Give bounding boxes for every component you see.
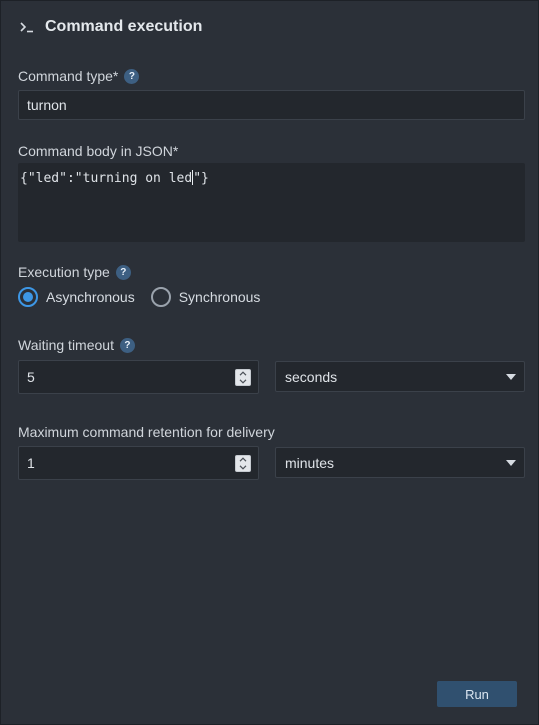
- command-type-label-text: Command type*: [18, 68, 119, 84]
- command-execution-panel: Command execution Command type* ? turnon…: [0, 0, 539, 725]
- retention-label-text: Maximum command retention for delivery: [18, 424, 275, 440]
- command-body-editor[interactable]: {"led":"turning on led"}: [18, 163, 525, 242]
- run-button[interactable]: Run: [437, 681, 517, 707]
- panel-header: Command execution: [19, 16, 202, 38]
- command-type-value: turnon: [27, 97, 67, 113]
- radio-checked-icon: [18, 287, 38, 307]
- command-type-input[interactable]: turnon: [18, 90, 525, 120]
- retention-label: Maximum command retention for delivery: [18, 424, 275, 440]
- waiting-timeout-label-text: Waiting timeout: [18, 337, 114, 353]
- waiting-timeout-help-icon[interactable]: ?: [119, 337, 135, 353]
- command-body-label: Command body in JSON*: [18, 143, 178, 159]
- command-body-text-after-caret: "}: [193, 171, 209, 186]
- chevron-up-icon[interactable]: [239, 457, 247, 462]
- chevron-up-icon[interactable]: [239, 371, 247, 376]
- radio-asynchronous-label: Asynchronous: [46, 289, 135, 305]
- command-body-text-before-caret: {"led":"turning on led: [20, 171, 193, 186]
- chevron-down-icon[interactable]: [239, 465, 247, 470]
- command-type-help-icon[interactable]: ?: [124, 68, 140, 84]
- execution-type-label-text: Execution type: [18, 264, 110, 280]
- execution-type-label: Execution type ?: [18, 264, 131, 280]
- dropdown-arrow-icon: [506, 460, 516, 466]
- retention-stepper[interactable]: [235, 455, 251, 472]
- dropdown-arrow-icon: [506, 374, 516, 380]
- command-body-label-text: Command body in JSON*: [18, 143, 179, 159]
- waiting-timeout-stepper[interactable]: [235, 369, 251, 386]
- radio-synchronous-label: Synchronous: [178, 289, 261, 305]
- panel-title: Command execution: [45, 18, 203, 35]
- radio-asynchronous[interactable]: Asynchronous: [18, 287, 135, 307]
- radio-unchecked-icon: [150, 287, 171, 307]
- retention-unit-value: minutes: [285, 454, 335, 471]
- radio-synchronous[interactable]: Synchronous: [150, 287, 261, 307]
- retention-unit-select[interactable]: minutes: [275, 447, 525, 478]
- command-type-label: Command type* ?: [18, 68, 140, 84]
- retention-value: 1: [27, 455, 35, 471]
- terminal-prompt-icon: [20, 22, 33, 33]
- waiting-timeout-input[interactable]: 5: [18, 360, 259, 394]
- retention-input[interactable]: 1: [18, 446, 259, 480]
- execution-type-help-icon[interactable]: ?: [115, 264, 131, 280]
- execution-type-radio-group: Asynchronous Synchronous: [18, 287, 276, 307]
- waiting-timeout-value: 5: [27, 369, 35, 385]
- waiting-timeout-unit-select[interactable]: seconds: [275, 361, 525, 392]
- waiting-timeout-label: Waiting timeout ?: [18, 337, 135, 353]
- waiting-timeout-unit-value: seconds: [285, 368, 338, 385]
- chevron-down-icon[interactable]: [239, 379, 247, 384]
